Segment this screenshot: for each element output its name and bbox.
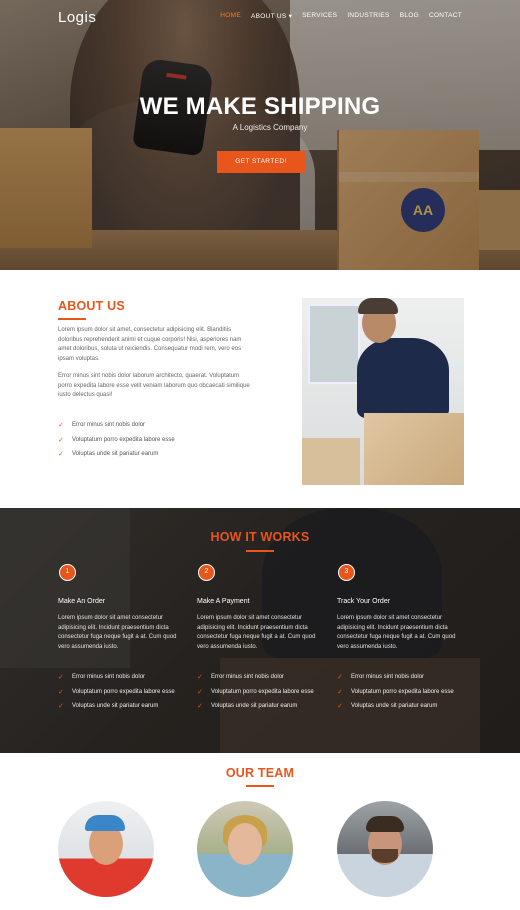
check-label: Voluptatum porro expedita labore esse	[211, 688, 314, 695]
photo-worker-cap	[358, 298, 398, 314]
nav-item-3[interactable]: SERVICES	[302, 12, 337, 20]
about-section: ABOUT US Lorem ipsum dolor sit amet, con…	[0, 270, 520, 508]
step-description: Lorem ipsum dolor sit amet consectetur a…	[337, 615, 456, 650]
nav-item-1[interactable]: HOME	[220, 12, 241, 20]
check-icon: ✓	[197, 703, 203, 711]
photo-worker-body	[357, 338, 449, 418]
check-icon: ✓	[197, 674, 203, 682]
step-number-badge: 3	[338, 564, 355, 581]
check-list-item: ✓ Voluptatum porro expedita labore esse	[337, 685, 472, 700]
check-list-item: ✓ Voluptatum porro expedita labore esse	[58, 433, 175, 448]
step-description: Lorem ipsum dolor sit amet consectetur a…	[58, 615, 177, 650]
check-icon: ✓	[337, 674, 343, 682]
how-title: HOW IT WORKS	[210, 530, 310, 544]
check-icon: ✓	[337, 703, 343, 711]
check-list-item: ✓ Voluptas unde sit pariatur earum	[197, 699, 332, 714]
check-label: Voluptas unde sit pariatur earum	[72, 703, 159, 710]
step-title: Track Your Order	[337, 598, 391, 605]
check-icon: ✓	[197, 688, 203, 696]
check-list-item: ✓ Voluptatum porro expedita labore esse	[58, 685, 193, 700]
step-number-badge: 1	[59, 564, 76, 581]
step-check-list: ✓ Error minus sint nobis dolor ✓ Voluptatum…	[197, 670, 332, 714]
check-label: Error minus sint nobis dolor	[72, 422, 146, 429]
team-section: OUR TEAM	[0, 753, 520, 910]
check-icon: ✓	[337, 688, 343, 696]
check-icon: ✓	[58, 422, 64, 430]
step-title: Make An Order	[58, 598, 106, 605]
about-check-list: ✓ Error minus sint nobis dolor ✓ Voluptatum…	[58, 418, 175, 462]
check-list-item: ✓ Error minus sint nobis dolor	[58, 670, 193, 685]
nav-menu: HOME ABOUT US ▾ SERVICES INDUSTRIES BLOG CONT…	[220, 12, 462, 20]
check-label: Voluptatum porro expedita labore esse	[72, 688, 175, 695]
photo-box-back	[302, 438, 360, 485]
check-list-item: ✓ Voluptas unde sit pariatur earum	[58, 447, 175, 462]
step-2: 2 Make A Payment Lorem ipsum dolor sit ame…	[197, 564, 332, 714]
check-list-item: ✓ Error minus sint nobis dolor	[197, 670, 332, 685]
hero-title: WE MAKE SHIPPING	[139, 93, 381, 120]
nav-item-2[interactable]: ABOUT US ▾	[251, 12, 292, 20]
step-title: Make A Payment	[197, 598, 250, 605]
step-description: Lorem ipsum dolor sit amet consectetur a…	[197, 615, 316, 650]
check-list-item: ✓ Voluptas unde sit pariatur earum	[58, 699, 193, 714]
team-title-underline	[246, 785, 274, 787]
team-title: OUR TEAM	[225, 766, 295, 780]
about-title: ABOUT US	[58, 299, 125, 313]
step-check-list: ✓ Error minus sint nobis dolor ✓ Voluptatum…	[337, 670, 472, 714]
step-1: 1 Make An Order Lorem ipsum dolor sit amet…	[58, 564, 193, 714]
site-logo[interactable]: Logis	[58, 9, 96, 26]
check-label: Voluptas unde sit pariatur earum	[351, 703, 438, 710]
check-label: Error minus sint nobis dolor	[351, 674, 425, 681]
check-list-item: ✓ Voluptatum porro expedita labore esse	[197, 685, 332, 700]
check-label: Voluptas unde sit pariatur earum	[72, 451, 159, 458]
about-photo	[302, 298, 464, 485]
get-started-button[interactable]: GET STARTED!	[217, 151, 305, 173]
team-member-photo-3[interactable]	[337, 801, 433, 897]
check-icon: ✓	[58, 451, 64, 459]
hero-subtitle: A Logistics Company	[232, 123, 308, 132]
about-title-underline	[58, 318, 86, 320]
check-icon: ✓	[58, 674, 64, 682]
photo-box	[364, 413, 464, 485]
step-3: 3 Track Your Order Lorem ipsum dolor sit a…	[337, 564, 472, 714]
photo-window	[308, 304, 360, 384]
check-label: Voluptatum porro expedita labore esse	[72, 436, 175, 443]
about-paragraph-1: Lorem ipsum dolor sit amet, consectetur …	[58, 327, 242, 362]
check-label: Error minus sint nobis dolor	[72, 674, 146, 681]
check-icon: ✓	[58, 688, 64, 696]
member-hair	[366, 816, 404, 832]
team-member-photo-1[interactable]	[58, 801, 154, 897]
hero-overlay	[0, 0, 520, 270]
check-list-item: ✓ Error minus sint nobis dolor	[337, 670, 472, 685]
step-number-badge: 2	[198, 564, 215, 581]
hero-section: AA Logis HOME ABOUT US ▾ SERVICES INDUSTRIE…	[0, 0, 520, 270]
step-check-list: ✓ Error minus sint nobis dolor ✓ Voluptatum…	[58, 670, 193, 714]
check-list-item: ✓ Error minus sint nobis dolor	[58, 418, 175, 433]
check-label: Voluptatum porro expedita labore esse	[351, 688, 454, 695]
about-paragraph-2: Error minus sint nobis dolor laborum arc…	[58, 373, 250, 398]
member-face	[228, 823, 262, 865]
how-title-underline	[246, 550, 274, 552]
check-list-item: ✓ Voluptas unde sit pariatur earum	[337, 699, 472, 714]
member-cap	[85, 815, 125, 831]
check-icon: ✓	[58, 436, 64, 444]
nav-item-4[interactable]: INDUSTRIES	[347, 12, 389, 20]
check-label: Voluptas unde sit pariatur earum	[211, 703, 298, 710]
member-beard	[372, 849, 398, 863]
check-label: Error minus sint nobis dolor	[211, 674, 285, 681]
top-nav: Logis HOME ABOUT US ▾ SERVICES INDUSTRIES BL…	[0, 0, 520, 34]
how-it-works-section: HOW IT WORKS 1 Make An Order Lorem ipsum d…	[0, 508, 520, 753]
nav-item-5[interactable]: BLOG	[400, 12, 419, 20]
team-member-photo-2[interactable]	[197, 801, 293, 897]
check-icon: ✓	[58, 703, 64, 711]
nav-item-6[interactable]: CONTACT	[429, 12, 462, 20]
